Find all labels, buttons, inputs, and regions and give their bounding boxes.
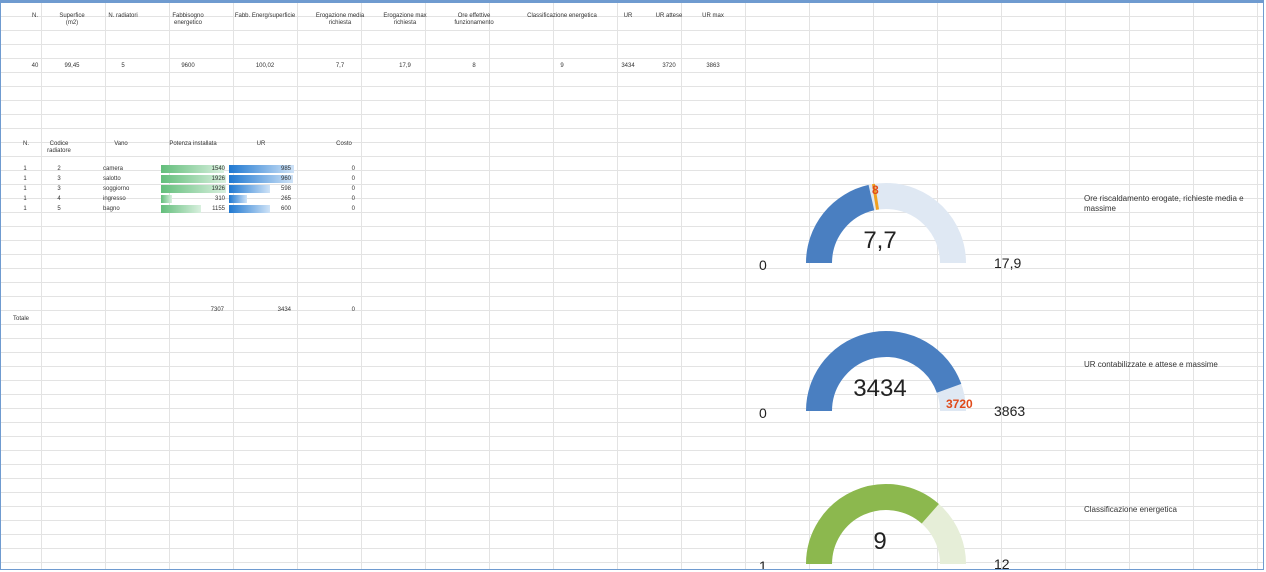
gauge-min-label: 0	[759, 405, 767, 421]
gauge-caption: UR contabilizzate e attese e massime	[1084, 360, 1218, 369]
gauges-svg	[806, 183, 966, 565]
gauge-max-label: 17,9	[994, 255, 1022, 271]
gauge-min-label: 0	[759, 257, 767, 273]
gauge-value-label: 9	[873, 528, 887, 555]
spreadsheet-grid[interactable]: N. Superfice (m2) N. radiatori Fabbisogno e…	[0, 0, 1264, 570]
gauge-caption: Ore riscaldamento erogate, richieste med…	[1084, 194, 1244, 213]
gauge-marker-label: 3720	[946, 397, 973, 411]
gauge-caption: Classificazione energetica	[1084, 505, 1177, 514]
gauge-max-label: 3863	[994, 403, 1026, 419]
gauge-value-label: 7,7	[863, 227, 897, 254]
gauge-min-label: 1	[759, 558, 767, 570]
gauge-max-label: 12	[994, 556, 1010, 570]
gauge-marker-label: 8	[872, 183, 879, 197]
gauge-value-label: 3434	[853, 375, 907, 402]
